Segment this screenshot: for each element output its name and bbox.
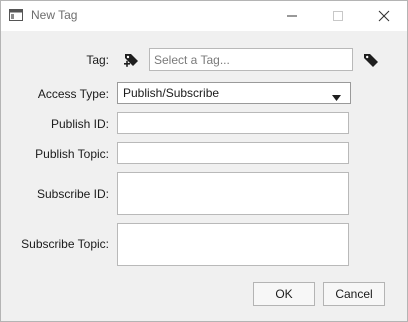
publish-topic-label: Publish Topic: <box>35 147 109 161</box>
new-tag-dialog: New Tag Tag: Select a Tag... Access Type… <box>0 0 408 322</box>
tag-placeholder: Select a Tag... <box>154 53 230 67</box>
publish-id-label: Publish ID: <box>50 117 109 131</box>
subscribe-id-label: Subscribe ID: <box>36 187 109 201</box>
access-type-value: Publish/Subscribe <box>123 86 220 100</box>
dialog-content: Tag: Select a Tag... Access Type: Publis… <box>1 31 407 321</box>
subscribe-topic-label: Subscribe Topic: <box>21 237 109 251</box>
subscribe-id-field[interactable] <box>117 172 349 215</box>
tag-select-input[interactable]: Select a Tag... <box>149 48 353 71</box>
tag-icon[interactable] <box>363 52 379 71</box>
tag-label: Tag: <box>86 53 109 67</box>
close-button[interactable] <box>361 1 407 31</box>
subscribe-topic-field[interactable] <box>117 223 349 266</box>
ok-button[interactable]: OK <box>253 282 315 306</box>
minimize-icon <box>287 15 297 17</box>
add-tag-icon[interactable] <box>123 51 141 72</box>
access-type-select[interactable]: Publish/Subscribe <box>117 82 351 104</box>
access-type-label: Access Type: <box>37 87 109 101</box>
minimize-button[interactable] <box>269 1 315 31</box>
title-bar: New Tag <box>1 1 407 31</box>
maximize-icon <box>333 11 343 21</box>
publish-topic-field[interactable] <box>117 142 349 164</box>
window-app-icon <box>9 9 23 21</box>
cancel-button[interactable]: Cancel <box>323 282 385 306</box>
window-title: New Tag <box>31 8 78 22</box>
maximize-button[interactable] <box>315 1 361 31</box>
publish-id-field[interactable] <box>117 112 349 134</box>
chevron-down-icon <box>332 90 341 104</box>
close-icon <box>378 10 390 22</box>
